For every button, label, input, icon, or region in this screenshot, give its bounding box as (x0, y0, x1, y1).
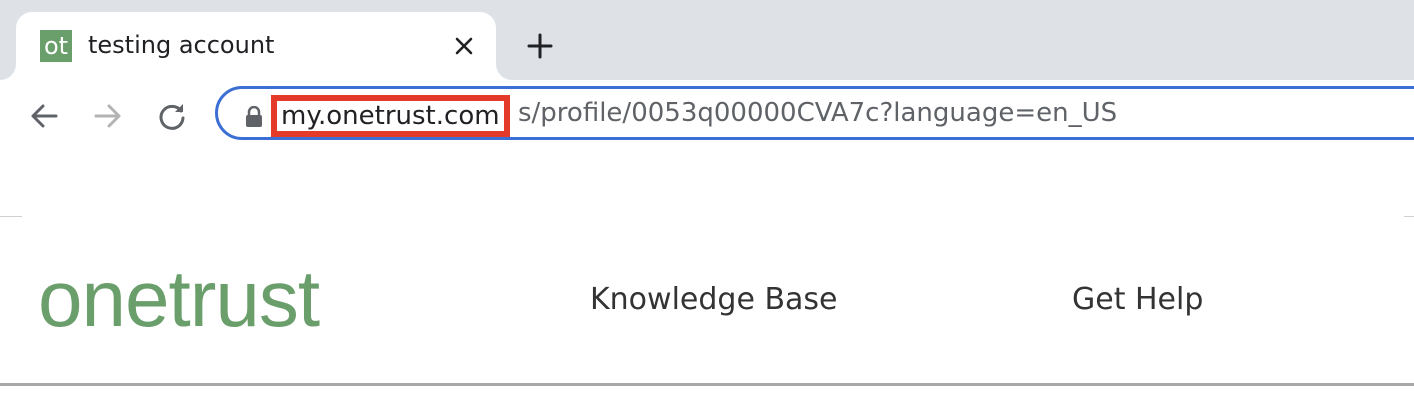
header-bottom-rule (0, 383, 1414, 386)
favicon-icon: ot (40, 30, 72, 62)
address-bar[interactable]: my.onetrust.com s/profile/0053q00000CVA7… (215, 86, 1414, 140)
close-icon[interactable] (452, 34, 476, 58)
divider (1404, 216, 1414, 217)
divider (0, 216, 22, 217)
nav-link-knowledge-base[interactable]: Knowledge Base (590, 282, 838, 317)
nav-link-get-help[interactable]: Get Help (1072, 282, 1203, 317)
tab-strip: ot testing account (0, 0, 1414, 80)
browser-toolbar: my.onetrust.com s/profile/0053q00000CVA7… (0, 80, 1414, 152)
url-path: s/profile/0053q00000CVA7c?language=en_US (518, 98, 1118, 128)
back-arrow-icon[interactable] (28, 100, 60, 132)
new-tab-plus-icon[interactable] (526, 32, 554, 60)
onetrust-logo[interactable]: onetrust (38, 254, 320, 344)
lock-icon (246, 106, 262, 127)
forward-arrow-icon[interactable] (92, 100, 124, 132)
url-host-highlight: my.onetrust.com (271, 95, 510, 137)
browser-tab[interactable]: ot testing account (16, 12, 496, 80)
reload-icon[interactable] (156, 100, 188, 132)
tab-title: testing account (88, 31, 275, 59)
